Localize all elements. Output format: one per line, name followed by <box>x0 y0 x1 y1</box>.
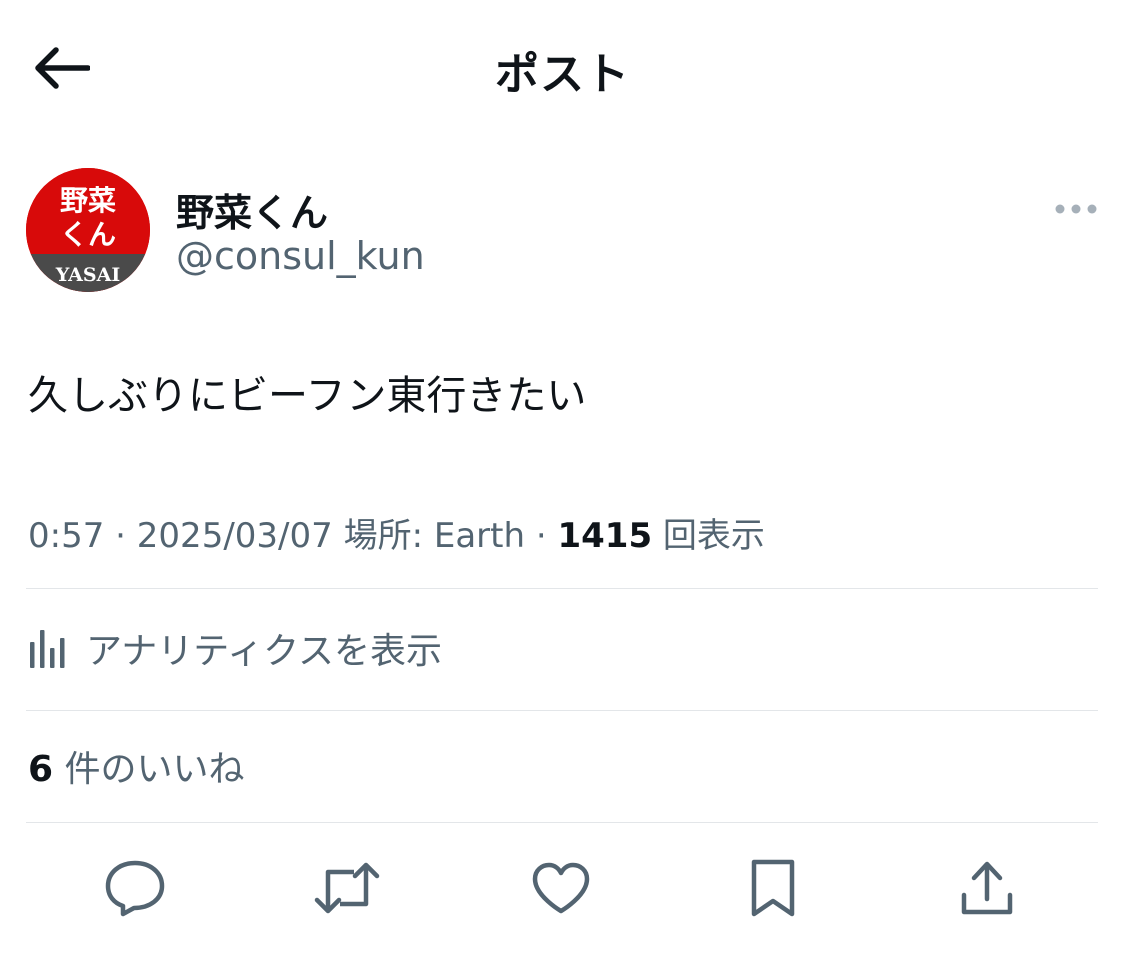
likes-summary[interactable]: 6 件のいいね <box>28 740 245 792</box>
author-row: 野菜 くん YASAI 野菜くん @consul_kun <box>26 168 1106 298</box>
page-title: ポスト <box>495 49 630 100</box>
share-icon <box>961 861 1013 915</box>
user-handle[interactable]: @consul_kun <box>176 234 425 278</box>
repost-button[interactable] <box>312 853 382 923</box>
more-horizontal-icon <box>1055 204 1097 214</box>
divider <box>26 710 1098 711</box>
view-suffix: 回表示 <box>662 516 765 556</box>
divider <box>26 588 1098 589</box>
post-date: 2025/03/07 <box>136 516 333 556</box>
repost-icon <box>314 862 380 914</box>
avatar-line2: くん <box>60 218 116 251</box>
divider <box>26 822 1098 823</box>
bookmark-icon <box>751 859 795 917</box>
header-bar: ポスト <box>0 0 1125 135</box>
likes-count: 6 <box>28 749 54 790</box>
bookmark-button[interactable] <box>738 853 808 923</box>
reply-button[interactable] <box>100 853 170 923</box>
view-analytics-link[interactable]: アナリティクスを表示 <box>28 618 442 678</box>
analytics-bars-icon <box>30 630 65 668</box>
post-time: 0:57 <box>28 516 105 556</box>
share-button[interactable] <box>952 853 1022 923</box>
reply-icon <box>105 860 165 917</box>
avatar[interactable]: 野菜 くん YASAI <box>26 168 150 292</box>
display-name[interactable]: 野菜くん <box>176 182 328 237</box>
avatar-band-label: YASAI <box>55 264 121 286</box>
post-meta: 0:57 · 2025/03/07 場所: Earth · 1415 回表示 <box>28 516 765 556</box>
more-options-button[interactable] <box>1046 194 1106 224</box>
post-text: 久しぶりにビーフン東行きたい <box>28 373 587 419</box>
likes-suffix: 件のいいね <box>64 749 245 790</box>
avatar-line1: 野菜 <box>60 184 116 217</box>
analytics-label: アナリティクスを表示 <box>86 631 443 672</box>
heart-icon <box>532 862 590 914</box>
post-location: 場所: Earth <box>343 516 526 556</box>
view-count: 1415 <box>557 516 653 556</box>
like-button[interactable] <box>526 853 596 923</box>
